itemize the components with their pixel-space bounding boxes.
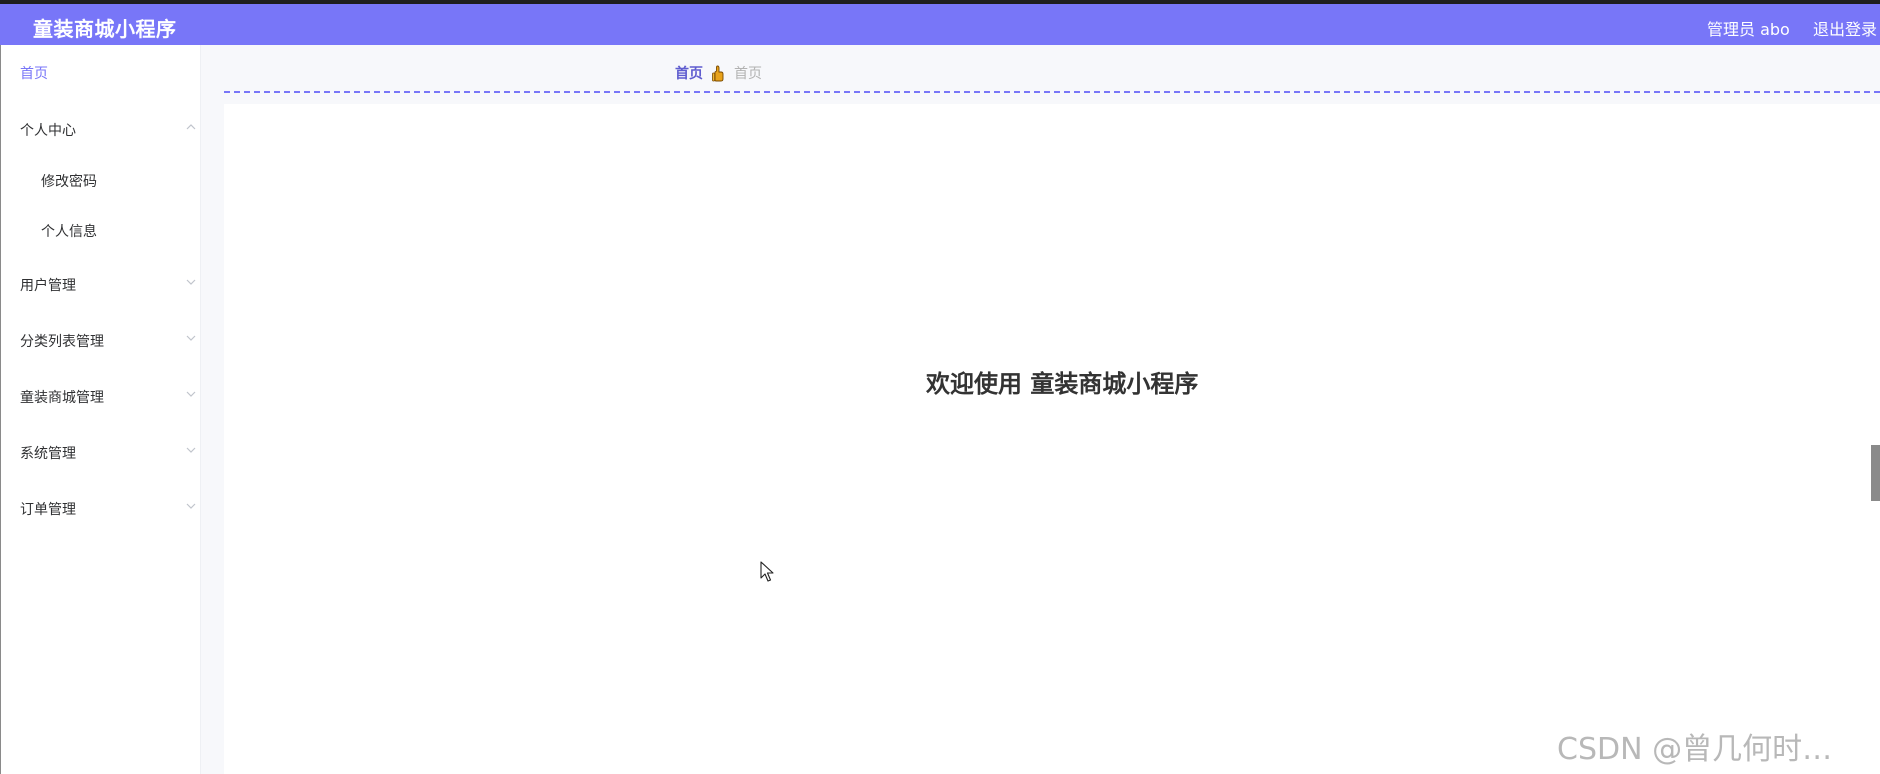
sidebar-item-order-management[interactable]: 订单管理 xyxy=(1,488,201,528)
current-user-label: 管理员 abo xyxy=(1707,20,1790,39)
chevron-down-icon xyxy=(186,391,196,397)
sidebar-item-category-management[interactable]: 分类列表管理 xyxy=(1,320,201,360)
sidebar-item-user-management[interactable]: 用户管理 xyxy=(1,264,201,304)
sidebar-item-label: 修改密码 xyxy=(41,174,97,190)
sidebar-item-label: 订单管理 xyxy=(20,502,76,518)
sidebar-item-system-management[interactable]: 系统管理 xyxy=(1,432,201,472)
thumbs-up-icon xyxy=(712,65,724,81)
mouse-pointer-icon xyxy=(760,561,774,582)
sidebar-item-mall-management[interactable]: 童装商城管理 xyxy=(1,376,201,416)
breadcrumb: 首页 首页 xyxy=(675,64,762,82)
watermark-text: CSDN @曾几何时… xyxy=(1557,732,1833,767)
main-panel xyxy=(224,104,1880,774)
sidebar-item-label: 童装商城管理 xyxy=(20,390,104,406)
chevron-down-icon xyxy=(186,279,196,285)
logout-button[interactable]: 退出登录 xyxy=(1813,16,1877,40)
sidebar-item-home[interactable]: 首页 xyxy=(1,52,201,92)
breadcrumb-divider xyxy=(224,91,1880,93)
top-header: 童装商城小程序 管理员 abo 退出登录 xyxy=(0,4,1880,45)
sidebar-item-label: 系统管理 xyxy=(20,446,76,462)
app-title: 童装商城小程序 xyxy=(33,17,177,41)
sidebar-item-label: 首页 xyxy=(20,66,48,82)
chevron-down-icon xyxy=(186,503,196,509)
chevron-down-icon xyxy=(186,335,196,341)
chevron-down-icon xyxy=(186,447,196,453)
sidebar-item-label: 个人信息 xyxy=(41,224,97,240)
sidebar-item-personal-center[interactable]: 个人中心 xyxy=(1,109,201,149)
sidebar-item-label: 用户管理 xyxy=(20,278,76,294)
chevron-up-icon xyxy=(186,124,196,130)
breadcrumb-home-link[interactable]: 首页 xyxy=(675,63,703,83)
sidebar-item-label: 个人中心 xyxy=(20,123,76,139)
welcome-message: 欢迎使用 童装商城小程序 xyxy=(926,370,1199,398)
scrollbar-thumb[interactable] xyxy=(1871,445,1880,501)
sidebar-item-personal-info[interactable]: 个人信息 xyxy=(1,210,201,250)
sidebar: 首页 个人中心 修改密码 个人信息 用户管理 分类列表管理 童装商城管理 系统管… xyxy=(0,45,201,774)
sidebar-item-label: 分类列表管理 xyxy=(20,334,104,350)
breadcrumb-current: 首页 xyxy=(734,66,762,82)
sidebar-item-change-password[interactable]: 修改密码 xyxy=(1,160,201,200)
